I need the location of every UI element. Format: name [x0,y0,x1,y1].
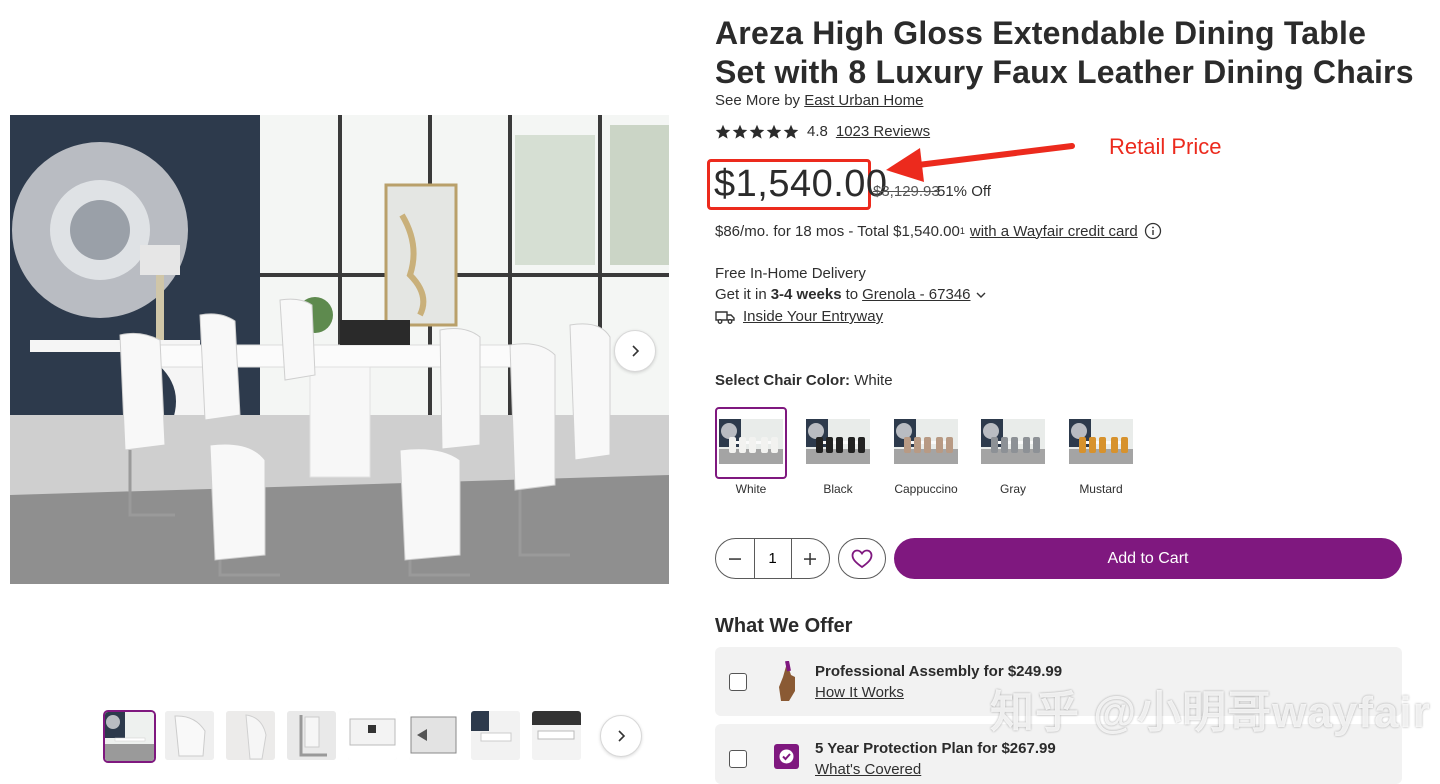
rating-value: 4.8 [807,123,828,140]
swatch-black[interactable] [806,419,870,464]
financing-footnote: 1 [959,226,965,236]
thumbnail-image [471,711,520,760]
thumbnail-3[interactable] [226,711,275,760]
annotation-label: Retail Price [1109,134,1222,159]
swatch-cappuccino[interactable] [894,419,958,464]
chevron-right-icon [618,730,626,742]
assembly-hand-icon [779,661,795,701]
swatch-label-cappuccino: Cappuccino [894,482,958,496]
brand-link[interactable]: East Urban Home [804,92,923,109]
delivery-eta: 3-4 weeks [770,286,842,303]
rating-stars [715,124,799,140]
option-selected: White [854,372,893,389]
watermark: 知乎 @小明哥wayfair [990,688,1431,737]
star-icon [749,124,765,139]
wishlist-button[interactable] [838,538,886,579]
truck-icon [715,310,735,324]
thumbnail-7[interactable] [471,711,520,760]
swatch-label-mustard: Mustard [1079,482,1123,496]
thumbnail-image [165,711,214,760]
dining-room-photo [10,115,669,584]
heart-icon [851,549,873,568]
star-icon [766,124,782,139]
product-title: Areza High Gloss Extendable Dining Table… [715,15,1414,90]
assembly-checkbox[interactable] [729,673,747,691]
decrease-quantity-button[interactable] [716,539,754,578]
thumbnail-6[interactable] [409,711,458,760]
see-more-label: See More by [715,92,801,109]
quantity-input[interactable] [753,539,792,578]
financing-text: $86/mo. for 18 mos - Total $1,540.00 [715,222,960,240]
delivery-service-row: Inside Your Entryway [715,308,883,325]
thumbnail-8[interactable] [532,711,581,760]
protection-checkbox[interactable] [729,750,747,768]
thumbnail-1[interactable] [103,710,156,763]
delivery-get-it-in: Get it in [715,286,767,303]
sale-price: $1,540.00 [714,163,888,205]
thumbnail-image [348,711,397,760]
thumbnail-4[interactable] [287,711,336,760]
swatch-label-black: Black [823,482,853,496]
delivery-service-link[interactable]: Inside Your Entryway [743,308,883,325]
swatch-label-white: White [735,482,767,496]
swatch-image [719,419,783,464]
thumbnail-image [532,711,581,760]
minus-icon [728,557,741,560]
swatch-image [894,419,958,464]
swatch-image [1069,419,1133,464]
thumbnail-image [287,711,336,760]
add-to-cart-button[interactable]: Add to Cart [894,538,1402,579]
thumbnail-2[interactable] [165,711,214,760]
star-icon [783,124,799,139]
offers-heading: What We Offer [715,615,853,637]
product-main-image[interactable] [10,115,669,584]
swatch-white[interactable] [719,419,783,464]
swatch-label-gray: Gray [999,482,1026,496]
credit-card-link[interactable]: with a Wayfair credit card [970,223,1138,240]
thumbnail-5[interactable] [348,711,397,760]
chevron-down-icon[interactable] [975,289,987,301]
protection-whats-covered-link[interactable]: What's Covered [815,761,921,778]
delivery-title: Free In-Home Delivery [715,265,866,282]
option-heading: Select Chair Color: White [715,372,893,389]
swatch-image [806,419,870,464]
discount-badge: 51% Off [937,183,991,200]
swatch-image [981,419,1045,464]
original-price: $3,129.93 [873,183,940,200]
protection-title: 5 Year Protection Plan for $267.99 [815,740,1056,757]
assembly-how-it-works-link[interactable]: How It Works [815,684,904,701]
plus-icon [804,552,817,565]
swatch-gray[interactable] [981,419,1045,464]
increase-quantity-button[interactable] [792,539,830,578]
delivery-location-link[interactable]: Grenola - 67346 [862,286,970,303]
financing-row: $86/mo. for 18 mos - Total $1,540.00 1 w… [715,222,1162,240]
thumbnails-next-button[interactable] [600,715,642,757]
thumbnail-image [105,712,154,761]
info-icon[interactable] [1144,222,1162,240]
thumbnail-image [409,711,458,760]
protection-shield-icon [774,744,799,769]
see-more-by: See More by East Urban Home [715,92,923,109]
delivery-eta-row: Get it in 3-4 weeks to Grenola - 67346 [715,286,987,303]
delivery-to: to [845,286,859,303]
option-label: Select Chair Color: [715,372,851,389]
chevron-right-icon [632,345,640,357]
star-icon [715,124,731,139]
thumbnail-image [226,711,275,760]
annotation-arrow [886,143,1075,182]
main-image-next-button[interactable] [614,330,656,372]
swatch-mustard[interactable] [1069,419,1133,464]
star-icon [732,124,748,139]
quantity-stepper [715,538,830,579]
